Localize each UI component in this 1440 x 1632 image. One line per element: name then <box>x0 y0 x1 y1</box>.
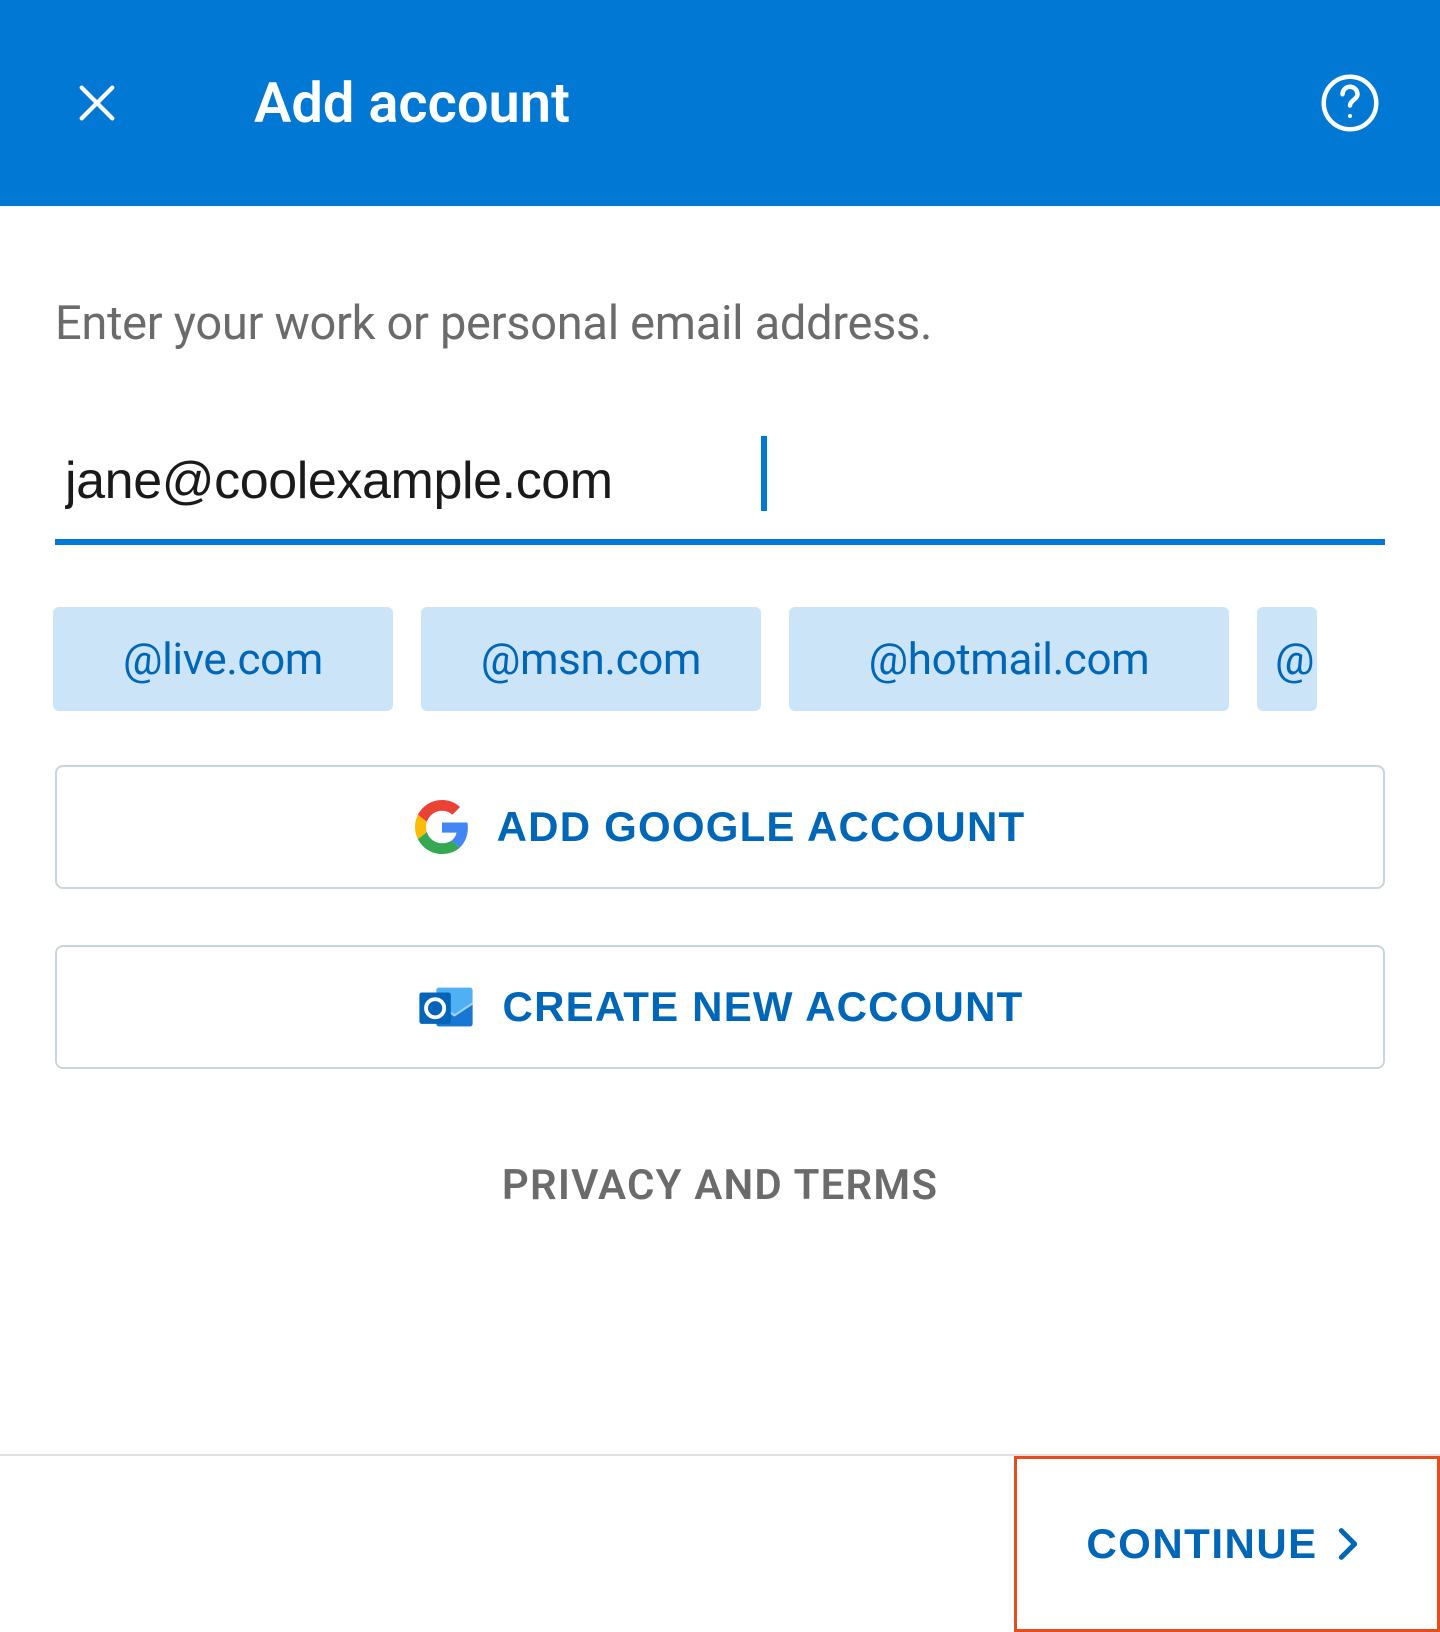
domain-suggestions: @live.com @msn.com @hotmail.com @ <box>53 607 1385 711</box>
page-title: Add account <box>254 70 1320 136</box>
help-icon[interactable] <box>1320 73 1380 133</box>
domain-chip-live[interactable]: @live.com <box>53 607 393 711</box>
chevron-right-icon <box>1338 1529 1368 1559</box>
email-field[interactable] <box>55 451 1385 545</box>
domain-chip-hotmail[interactable]: @hotmail.com <box>789 607 1229 711</box>
close-icon[interactable] <box>70 76 124 130</box>
add-google-account-button[interactable]: ADD GOOGLE ACCOUNT <box>55 765 1385 889</box>
continue-button[interactable]: CONTINUE <box>1014 1456 1440 1632</box>
footer-bar: CONTINUE <box>0 1454 1440 1632</box>
google-icon <box>415 800 469 854</box>
google-button-label: ADD GOOGLE ACCOUNT <box>497 803 1026 851</box>
continue-label: CONTINUE <box>1086 1520 1317 1568</box>
main-content: Enter your work or personal email addres… <box>0 206 1440 1210</box>
domain-chip-msn[interactable]: @msn.com <box>421 607 761 711</box>
app-header: Add account <box>0 0 1440 206</box>
domain-chip-more[interactable]: @ <box>1257 607 1317 711</box>
text-caret <box>761 436 767 511</box>
privacy-terms-link[interactable]: PRIVACY AND TERMS <box>55 1161 1385 1210</box>
create-new-account-button[interactable]: CREATE NEW ACCOUNT <box>55 945 1385 1069</box>
outlook-icon <box>417 978 475 1036</box>
outlook-button-label: CREATE NEW ACCOUNT <box>503 983 1024 1031</box>
prompt-label: Enter your work or personal email addres… <box>55 296 1385 351</box>
email-field-wrapper <box>55 451 1385 545</box>
